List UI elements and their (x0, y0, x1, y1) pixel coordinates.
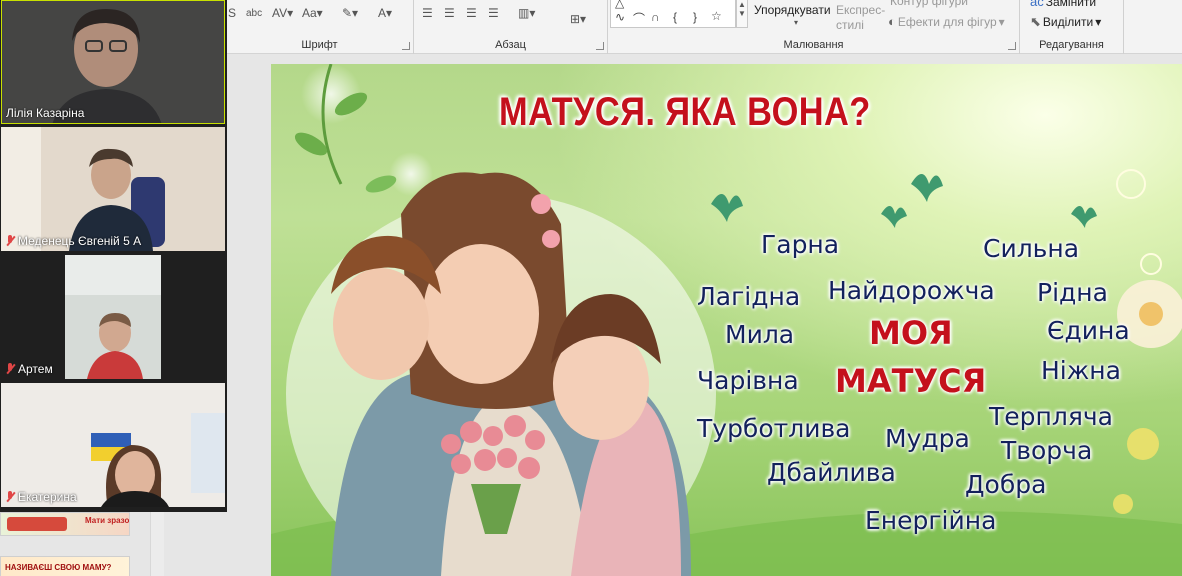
participant-tile[interactable]: Екатерина (1, 383, 225, 507)
word-dobra: Добра (965, 470, 1047, 499)
word-tvorcha: Творча (1001, 436, 1093, 465)
editing-group-label: Редагування (1039, 39, 1104, 51)
butterfly-icon (881, 206, 907, 228)
font-group: S abc AV▾ Aa▾ ✎▾ A▾ Шрифт (226, 0, 414, 54)
participant-tile[interactable]: Артем (1, 255, 225, 379)
word-ridna: Рідна (1037, 278, 1108, 307)
replace-button[interactable]: ac Замінити (1030, 0, 1096, 9)
strikethrough-icon[interactable]: S (228, 6, 236, 20)
arrange-dropdown-icon[interactable]: ▾ (794, 18, 798, 27)
char-spacing-icon[interactable]: AV▾ (272, 6, 293, 20)
thumbnail-title: НАЗИВАЄШ СВОЮ МАМУ? (5, 563, 112, 572)
screen: S abc AV▾ Aa▾ ✎▾ A▾ Шрифт ☰ ☰ ☰ ☰ ▥▾ ⊞▾ … (0, 0, 1182, 576)
mic-off-icon (5, 235, 15, 247)
font-color-icon[interactable]: A▾ (378, 6, 392, 20)
mic-off-icon (5, 491, 15, 503)
font-dialog-launcher[interactable] (402, 42, 410, 50)
strikethrough-abc-icon[interactable]: abc (246, 8, 262, 19)
word-enerhiina: Енергійна (865, 506, 997, 535)
slide-thumbnail[interactable]: Мати зразок (0, 512, 130, 536)
select-button[interactable]: ⬉ Виділити ▾ (1030, 14, 1101, 30)
word-lahidna: Лагідна (697, 282, 801, 311)
font-group-label: Шрифт (301, 39, 338, 51)
word-terpliacha: Терпляча (989, 402, 1113, 431)
butterfly-icon (1071, 206, 1097, 228)
participant-tile[interactable]: Лілія Казаріна (1, 0, 225, 124)
drawing-group: Упорядкувати ▾ Експрес- стилі Контур фіг… (608, 0, 1020, 54)
arrange-button[interactable]: Упорядкувати (754, 3, 831, 17)
word-yedyna: Єдина (1047, 316, 1130, 345)
participant-video (1, 255, 225, 379)
word-garna: Гарна (761, 230, 840, 259)
participant-tile[interactable]: Меденець Євгеній 5 А (1, 127, 225, 251)
word-charivna: Чарівна (697, 366, 799, 395)
mic-off-icon (5, 363, 15, 375)
paragraph-dialog-launcher[interactable] (596, 42, 604, 50)
family-illustration (286, 172, 716, 576)
ribbon: S abc AV▾ Aa▾ ✎▾ A▾ Шрифт ☰ ☰ ☰ ☰ ▥▾ ⊞▾ … (226, 0, 1182, 54)
participant-name: Екатерина (5, 490, 77, 504)
shape-effects-button[interactable]: ◐ Ефекти для фігур ▾ (888, 14, 1005, 29)
participant-name: Меденець Євгеній 5 А (5, 234, 141, 248)
slide-canvas[interactable]: МАТУСЯ. ЯКА ВОНА? Гарна Сильна Лагідна Н… (271, 64, 1182, 576)
participant-name: Артем (5, 362, 53, 376)
word-myla: Мила (725, 320, 795, 349)
word-turbotlyva: Турботлива (697, 414, 851, 443)
slide-title: МАТУСЯ. ЯКА ВОНА? (499, 90, 871, 134)
paragraph-group-label: Абзац (495, 39, 526, 51)
thumbnail-banner (7, 517, 67, 531)
butterfly-icon (711, 194, 743, 222)
participant-name: Лілія Казаріна (6, 106, 85, 120)
participant-video (1, 127, 225, 251)
word-mudra: Мудра (885, 424, 970, 453)
word-sylna: Сильна (983, 234, 1080, 263)
columns-icon[interactable]: ▥▾ (518, 6, 535, 20)
word-nizhna: Ніжна (1041, 356, 1121, 385)
editing-group: ac Замінити ⬉ Виділити ▾ Редагування (1020, 0, 1124, 54)
smartart-icon[interactable]: ⊞▾ (570, 12, 586, 26)
word-moia: МОЯ (869, 314, 953, 352)
participant-video (1, 383, 225, 507)
justify-icon[interactable]: ☰ (488, 6, 499, 20)
highlight-icon[interactable]: ✎▾ (342, 6, 358, 20)
shape-outline-button[interactable]: Контур фігури (890, 0, 968, 8)
quick-styles-button[interactable]: Експрес- стилі (836, 3, 885, 33)
paragraph-group: ☰ ☰ ☰ ☰ ▥▾ ⊞▾ Абзац (414, 0, 608, 54)
drawing-group-label: Малювання (783, 39, 844, 51)
slide-thumbnails: Мати зразок НАЗИВАЄШ СВОЮ МАМУ? (0, 512, 150, 576)
butterfly-icon (911, 174, 943, 202)
thumbnail-title: Мати зразок (85, 516, 130, 525)
change-case-icon[interactable]: Aa▾ (302, 6, 323, 20)
word-matusia: МАТУСЯ (835, 362, 987, 400)
drawing-dialog-launcher[interactable] (1008, 42, 1016, 50)
word-dbailyva: Дбайлива (767, 458, 896, 487)
slide-thumbnail[interactable]: НАЗИВАЄШ СВОЮ МАМУ? (0, 556, 130, 576)
video-panel: Лілія Казаріна Меденець Євгеній 5 А Арте… (0, 0, 227, 512)
align-center-icon[interactable]: ☰ (444, 6, 455, 20)
align-left-icon[interactable]: ☰ (422, 6, 433, 20)
word-naidorozhcha: Найдорожча (828, 276, 995, 305)
align-right-icon[interactable]: ☰ (466, 6, 477, 20)
